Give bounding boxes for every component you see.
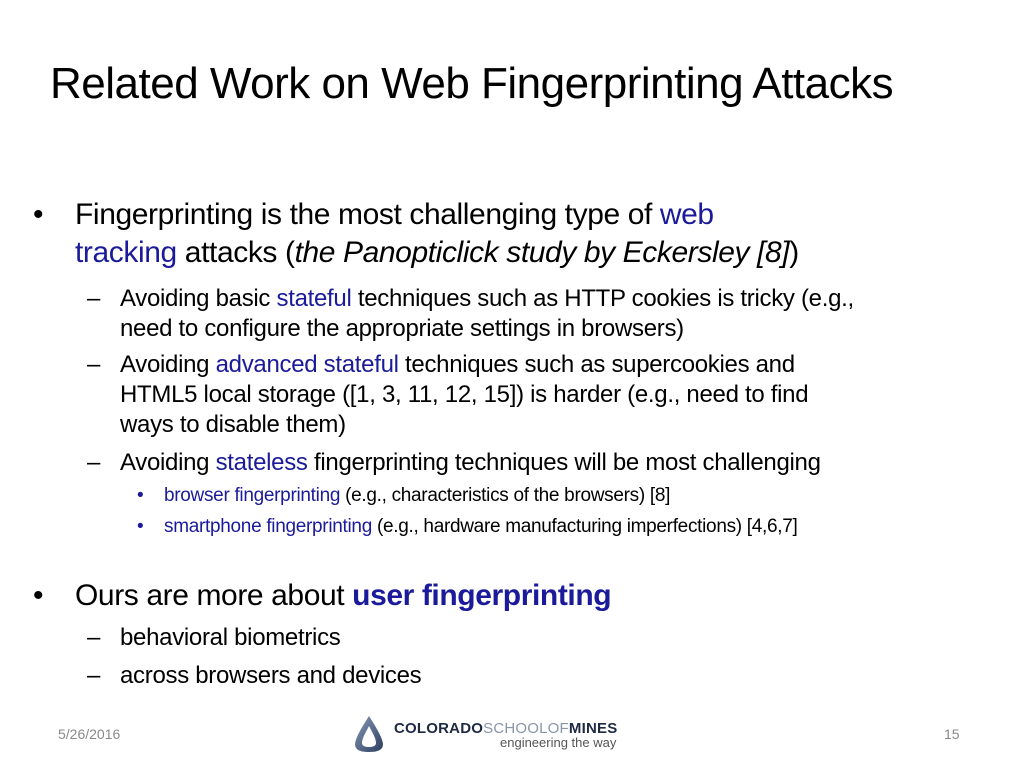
citation-panopticlick: the Panopticlick study by Eckersley [8] xyxy=(294,236,790,269)
subbullet-basic-stateful-line1: Avoiding basic stateful techniques such … xyxy=(120,285,854,312)
slide-title: Related Work on Web Fingerprinting Attac… xyxy=(50,59,894,108)
bullet-fingerprinting-line1: Fingerprinting is the most challenging t… xyxy=(75,198,714,231)
subbullet-stateless: Avoiding stateless fingerprinting techni… xyxy=(120,449,821,476)
highlight-user-fingerprinting: user fingerprinting xyxy=(352,579,612,612)
highlight-web: web xyxy=(659,198,714,231)
dash-icon: – xyxy=(87,624,101,651)
subbullet-advanced-stateful-line2: HTML5 local storage ([1, 3, 11, 12, 15])… xyxy=(120,381,809,408)
small-bullet-icon: • xyxy=(137,516,144,537)
dash-icon: – xyxy=(87,285,101,312)
bullet-fingerprinting-line2: tracking attacks (the Panopticlick study… xyxy=(75,236,799,269)
small-bullet-icon: • xyxy=(137,485,144,506)
dash-icon: – xyxy=(87,662,101,689)
subbullet-advanced-stateful-line1: Avoiding advanced stateful techniques su… xyxy=(120,351,795,378)
subbullet-behavioral-biometrics: behavioral biometrics xyxy=(120,624,341,651)
logo-tagline: engineering the way xyxy=(500,735,617,750)
subsubbullet-smartphone-fingerprinting: smartphone fingerprinting (e.g., hardwar… xyxy=(164,516,798,537)
subbullet-across-browsers: across browsers and devices xyxy=(120,662,422,689)
bullet-icon: • xyxy=(33,198,44,231)
dash-icon: – xyxy=(87,351,101,378)
footer-date: 5/26/2016 xyxy=(58,726,121,742)
colorado-school-of-mines-logo: COLORADOSCHOOLOFMINES engineering the wa… xyxy=(352,714,642,754)
subbullet-advanced-stateful-line3: ways to disable them) xyxy=(120,411,346,438)
bullet-user-fingerprinting: Ours are more about user fingerprinting xyxy=(75,579,612,612)
subbullet-basic-stateful-line2: need to configure the appropriate settin… xyxy=(120,315,684,342)
slide-number: 15 xyxy=(944,726,960,742)
subsubbullet-browser-fingerprinting: browser fingerprinting (e.g., characteri… xyxy=(164,485,671,506)
bullet-icon: • xyxy=(33,579,44,612)
highlight-tracking: tracking xyxy=(75,236,177,269)
dash-icon: – xyxy=(87,449,101,476)
mines-triangle-logo-icon xyxy=(355,716,383,752)
